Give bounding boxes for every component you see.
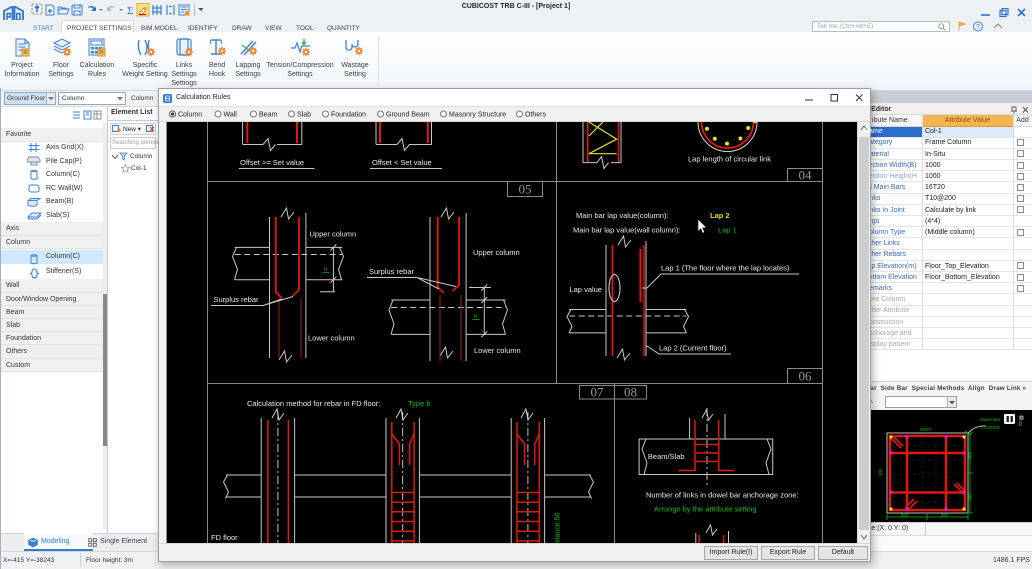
svg-text:06: 06 bbox=[799, 369, 813, 384]
svg-text:Lap 1 (The floor where the lap: Lap 1 (The floor where the lap locates) bbox=[661, 264, 790, 273]
svg-text:Rules: Rules bbox=[88, 71, 106, 78]
svg-text:08: 08 bbox=[624, 385, 637, 400]
svg-text:500: 500 bbox=[878, 468, 883, 476]
svg-text:Column: Column bbox=[178, 112, 202, 119]
svg-text:Weight Setting: Weight Setting bbox=[122, 71, 168, 78]
svg-text:Offset < Set value: Offset < Set value bbox=[372, 158, 432, 167]
svg-text:n: n bbox=[474, 313, 478, 320]
svg-text:Settings: Settings bbox=[48, 71, 74, 78]
svg-text:Project: Project bbox=[11, 62, 33, 69]
svg-text:Settings: Settings bbox=[171, 71, 197, 78]
svg-text:Upper column: Upper column bbox=[473, 248, 520, 257]
svg-text:▯: ▯ bbox=[1019, 421, 1022, 427]
svg-text:n: n bbox=[324, 266, 328, 273]
svg-text:Settings: Settings bbox=[287, 71, 313, 78]
svg-text:Upper column: Upper column bbox=[310, 230, 357, 239]
svg-text:Super Bar: Super Bar bbox=[980, 417, 1001, 422]
svg-text:05: 05 bbox=[519, 182, 532, 197]
svg-text:Floor: Floor bbox=[53, 62, 70, 69]
svg-text:07: 07 bbox=[591, 385, 605, 400]
svg-text:500: 500 bbox=[968, 493, 973, 501]
svg-text:Calculation method for rebar i: Calculation method for rebar in FD floor… bbox=[247, 399, 380, 408]
svg-text:Foundation: Foundation bbox=[331, 112, 366, 119]
svg-text:Arrange by the attribute setti: Arrange by the attribute setting bbox=[654, 505, 757, 514]
svg-text:Beam/Slab: Beam/Slab bbox=[648, 452, 685, 461]
svg-text:Lapping: Lapping bbox=[236, 62, 261, 69]
svg-text:Lap 1: Lap 1 bbox=[718, 226, 737, 235]
svg-text:500: 500 bbox=[941, 513, 949, 518]
svg-text:Lap 2 (Current floor): Lap 2 (Current floor) bbox=[659, 344, 727, 353]
svg-text:Specific: Specific bbox=[133, 62, 158, 69]
svg-text:Beam: Beam bbox=[259, 112, 277, 119]
svg-text:Wastage: Wastage bbox=[341, 62, 368, 69]
svg-text:500: 500 bbox=[968, 452, 973, 460]
svg-text:Surplus rebar: Surplus rebar bbox=[369, 267, 415, 276]
svg-text:Others: Others bbox=[525, 112, 547, 119]
svg-text:Tension/Compression: Tension/Compression bbox=[266, 62, 333, 69]
svg-text:Lap length of circular link: Lap length of circular link bbox=[688, 155, 771, 164]
svg-text:Information: Information bbox=[4, 71, 39, 78]
svg-text:Wall: Wall bbox=[224, 112, 238, 119]
svg-text:Masonry Structure: Masonry Structure bbox=[449, 112, 506, 119]
svg-text:Slab: Slab bbox=[297, 112, 311, 119]
svg-text:Ground Beam: Ground Beam bbox=[386, 112, 430, 119]
svg-text:Hook: Hook bbox=[209, 71, 226, 78]
svg-text:Main bar lap value(wall column: Main bar lap value(wall column): bbox=[573, 226, 681, 235]
svg-text:Setting: Setting bbox=[344, 71, 366, 78]
svg-text:Bend: Bend bbox=[209, 62, 225, 69]
svg-text:04: 04 bbox=[799, 168, 813, 183]
svg-text:Lap value: Lap value bbox=[569, 285, 602, 294]
svg-text:Lower column: Lower column bbox=[308, 334, 355, 343]
svg-text:Lower column: Lower column bbox=[474, 346, 521, 355]
svg-text:Surplus rebar: Surplus rebar bbox=[214, 295, 260, 304]
svg-text:Links: Links bbox=[176, 62, 193, 69]
svg-text:Settings: Settings bbox=[171, 80, 197, 87]
svg-text:Main bar lap value(column):: Main bar lap value(column): bbox=[576, 211, 669, 220]
svg-text:FD floor: FD floor bbox=[211, 533, 238, 542]
svg-text:?: ? bbox=[976, 24, 980, 31]
svg-text:Lap 2: Lap 2 bbox=[710, 211, 730, 220]
svg-text:Type b: Type b bbox=[408, 399, 431, 408]
svg-text:Calculation: Calculation bbox=[80, 62, 115, 69]
svg-text:stance:50: stance:50 bbox=[555, 513, 562, 543]
svg-text:500*2: 500*2 bbox=[920, 427, 932, 432]
svg-text:Offset >= Set value: Offset >= Set value bbox=[240, 158, 304, 167]
svg-text:500: 500 bbox=[901, 513, 909, 518]
svg-text:Σ: Σ bbox=[127, 5, 133, 17]
svg-text:Settings: Settings bbox=[235, 71, 261, 78]
svg-text:Number of links in dowel bar a: Number of links in dowel bar anchorage z… bbox=[646, 491, 799, 500]
